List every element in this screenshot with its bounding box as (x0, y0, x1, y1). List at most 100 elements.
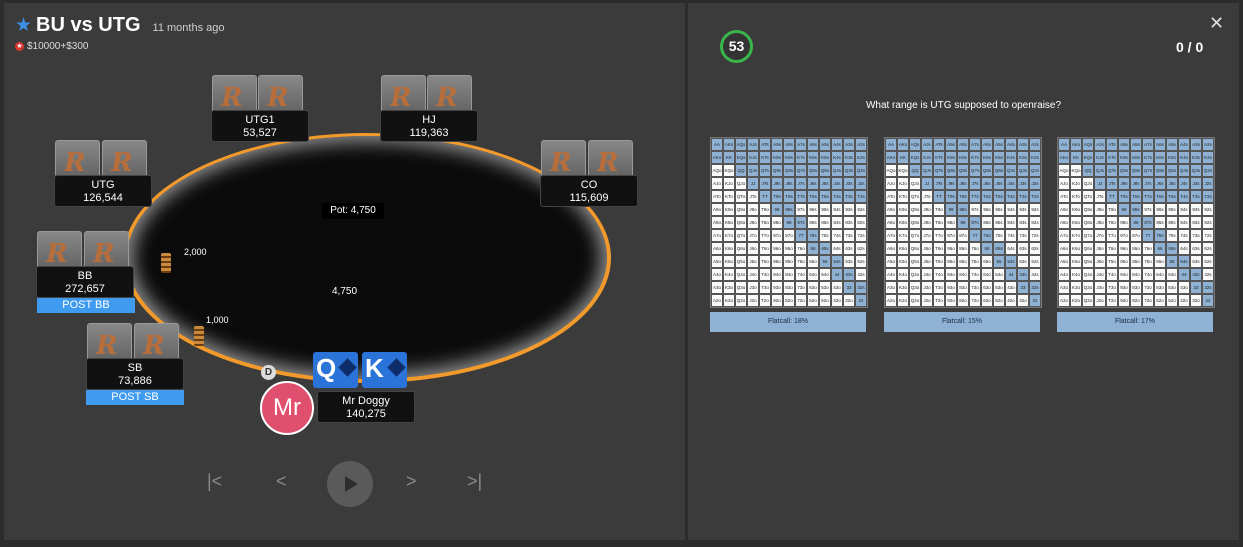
hand-cell[interactable]: T5o (759, 255, 771, 268)
hand-cell[interactable]: T6o (933, 242, 945, 255)
hand-cell[interactable]: J8o (1094, 216, 1106, 229)
range-grid-1[interactable]: AA AKs AQs AJs ATs A9s A8s A7s A6s A5s A4s A3s A2s AK… (710, 137, 868, 308)
hand-cell[interactable]: J5s (1166, 177, 1178, 190)
hand-cell[interactable]: 82o (957, 294, 969, 307)
hand-cell[interactable]: T9s (1118, 190, 1130, 203)
hand-cell[interactable]: J4s (1005, 177, 1017, 190)
hand-cell[interactable]: 32s (1029, 281, 1041, 294)
hand-cell[interactable]: T2o (1106, 294, 1118, 307)
hand-cell[interactable]: 87o (1130, 229, 1142, 242)
hand-cell[interactable]: 33 (1190, 281, 1202, 294)
hand-cell[interactable]: A7o (885, 229, 897, 242)
hand-cell[interactable]: K4o (897, 268, 909, 281)
hand-cell[interactable]: 65o (807, 255, 819, 268)
hand-cell[interactable]: Q7s (1142, 164, 1154, 177)
hand-cell[interactable]: A3o (885, 281, 897, 294)
hand-cell[interactable]: QJo (909, 177, 921, 190)
hand-cell[interactable]: 96s (807, 203, 819, 216)
hand-cell[interactable]: KTo (723, 190, 735, 203)
hand-cell[interactable]: 97s (969, 203, 981, 216)
hand-cell[interactable]: 52o (1166, 294, 1178, 307)
hand-cell[interactable]: T2s (855, 190, 867, 203)
hand-cell[interactable]: 76s (981, 229, 993, 242)
hand-cell[interactable]: 55 (819, 255, 831, 268)
hand-cell[interactable]: Q6s (807, 164, 819, 177)
hand-cell[interactable]: 63o (1154, 281, 1166, 294)
hand-cell[interactable]: 73o (795, 281, 807, 294)
hand-cell[interactable]: 95s (819, 203, 831, 216)
hand-cell[interactable]: Q2s (1202, 164, 1214, 177)
hand-cell[interactable]: J2s (855, 177, 867, 190)
hand-cell[interactable]: K9o (723, 203, 735, 216)
hand-cell[interactable]: T2s (1202, 190, 1214, 203)
hand-cell[interactable]: T4s (1178, 190, 1190, 203)
hand-cell[interactable]: T9o (759, 203, 771, 216)
hand-cell[interactable]: K7o (1070, 229, 1082, 242)
hand-cell[interactable]: KTs (933, 151, 945, 164)
hand-cell[interactable]: 97o (945, 229, 957, 242)
hand-cell[interactable]: 95o (1118, 255, 1130, 268)
hand-cell[interactable]: K2s (1029, 151, 1041, 164)
hand-cell[interactable]: T8o (933, 216, 945, 229)
hand-cell[interactable]: 65o (1154, 255, 1166, 268)
hand-cell[interactable]: 85s (993, 216, 1005, 229)
hand-cell[interactable]: J9o (921, 203, 933, 216)
hand-cell[interactable]: QTs (933, 164, 945, 177)
hand-cell[interactable]: T6o (759, 242, 771, 255)
hand-cell[interactable]: Q8s (1130, 164, 1142, 177)
hand-cell[interactable]: J7s (1142, 177, 1154, 190)
hand-cell[interactable]: T4s (1005, 190, 1017, 203)
hand-cell[interactable]: Q8s (783, 164, 795, 177)
hand-cell[interactable]: 66 (807, 242, 819, 255)
hand-cell[interactable]: K7o (723, 229, 735, 242)
hand-cell[interactable]: 86s (807, 216, 819, 229)
hand-cell[interactable]: K2o (897, 294, 909, 307)
hand-cell[interactable]: A6o (711, 242, 723, 255)
hand-cell[interactable]: AKs (723, 138, 735, 151)
hand-cell[interactable]: Q3s (1017, 164, 1029, 177)
hand-cell[interactable]: 82o (1130, 294, 1142, 307)
hand-cell[interactable]: 83s (1190, 216, 1202, 229)
hand-cell[interactable]: A2s (1029, 138, 1041, 151)
hand-cell[interactable]: 93o (945, 281, 957, 294)
hand-cell[interactable]: 65s (993, 242, 1005, 255)
hand-cell[interactable]: A6o (1058, 242, 1070, 255)
hand-cell[interactable]: 93o (771, 281, 783, 294)
hand-cell[interactable]: J5s (993, 177, 1005, 190)
hand-cell[interactable]: K5o (1070, 255, 1082, 268)
hand-cell[interactable]: 98s (1130, 203, 1142, 216)
hand-cell[interactable]: 86o (957, 242, 969, 255)
hand-cell[interactable]: 85o (1130, 255, 1142, 268)
hand-cell[interactable]: A7o (1058, 229, 1070, 242)
hand-cell[interactable]: A3s (843, 138, 855, 151)
hand-cell[interactable]: Q3o (735, 281, 747, 294)
hand-cell[interactable]: 82o (783, 294, 795, 307)
hand-cell[interactable]: K2s (855, 151, 867, 164)
hand-cell[interactable]: 94o (945, 268, 957, 281)
play-button[interactable] (327, 461, 373, 507)
option-button-2[interactable]: Flatcall: 15% (884, 312, 1040, 332)
hand-cell[interactable]: 99 (945, 203, 957, 216)
hand-cell[interactable]: 44 (1178, 268, 1190, 281)
hand-cell[interactable]: A6o (885, 242, 897, 255)
hand-cell[interactable]: 99 (771, 203, 783, 216)
hand-cell[interactable]: A9o (1058, 203, 1070, 216)
hand-cell[interactable]: 96o (771, 242, 783, 255)
hand-cell[interactable]: 87s (969, 216, 981, 229)
hand-cell[interactable]: Q8o (909, 216, 921, 229)
hand-cell[interactable]: A8o (885, 216, 897, 229)
hand-cell[interactable]: A8o (1058, 216, 1070, 229)
hand-cell[interactable]: K9o (1070, 203, 1082, 216)
hand-cell[interactable]: Q6s (1154, 164, 1166, 177)
hand-cell[interactable]: 75s (819, 229, 831, 242)
hand-cell[interactable]: JTs (933, 177, 945, 190)
hand-cell[interactable]: AKo (711, 151, 723, 164)
hand-cell[interactable]: 74o (1142, 268, 1154, 281)
range-grid-3[interactable]: AA AKs AQs AJs ATs A9s A8s A7s A6s A5s A4s A3s A2s AK… (1057, 137, 1215, 308)
hand-cell[interactable]: K8s (783, 151, 795, 164)
hand-cell[interactable]: 96o (1118, 242, 1130, 255)
hand-cell[interactable]: ATs (1106, 138, 1118, 151)
hand-cell[interactable]: A7s (969, 138, 981, 151)
hand-cell[interactable]: A9o (885, 203, 897, 216)
hand-cell[interactable]: 86s (981, 216, 993, 229)
